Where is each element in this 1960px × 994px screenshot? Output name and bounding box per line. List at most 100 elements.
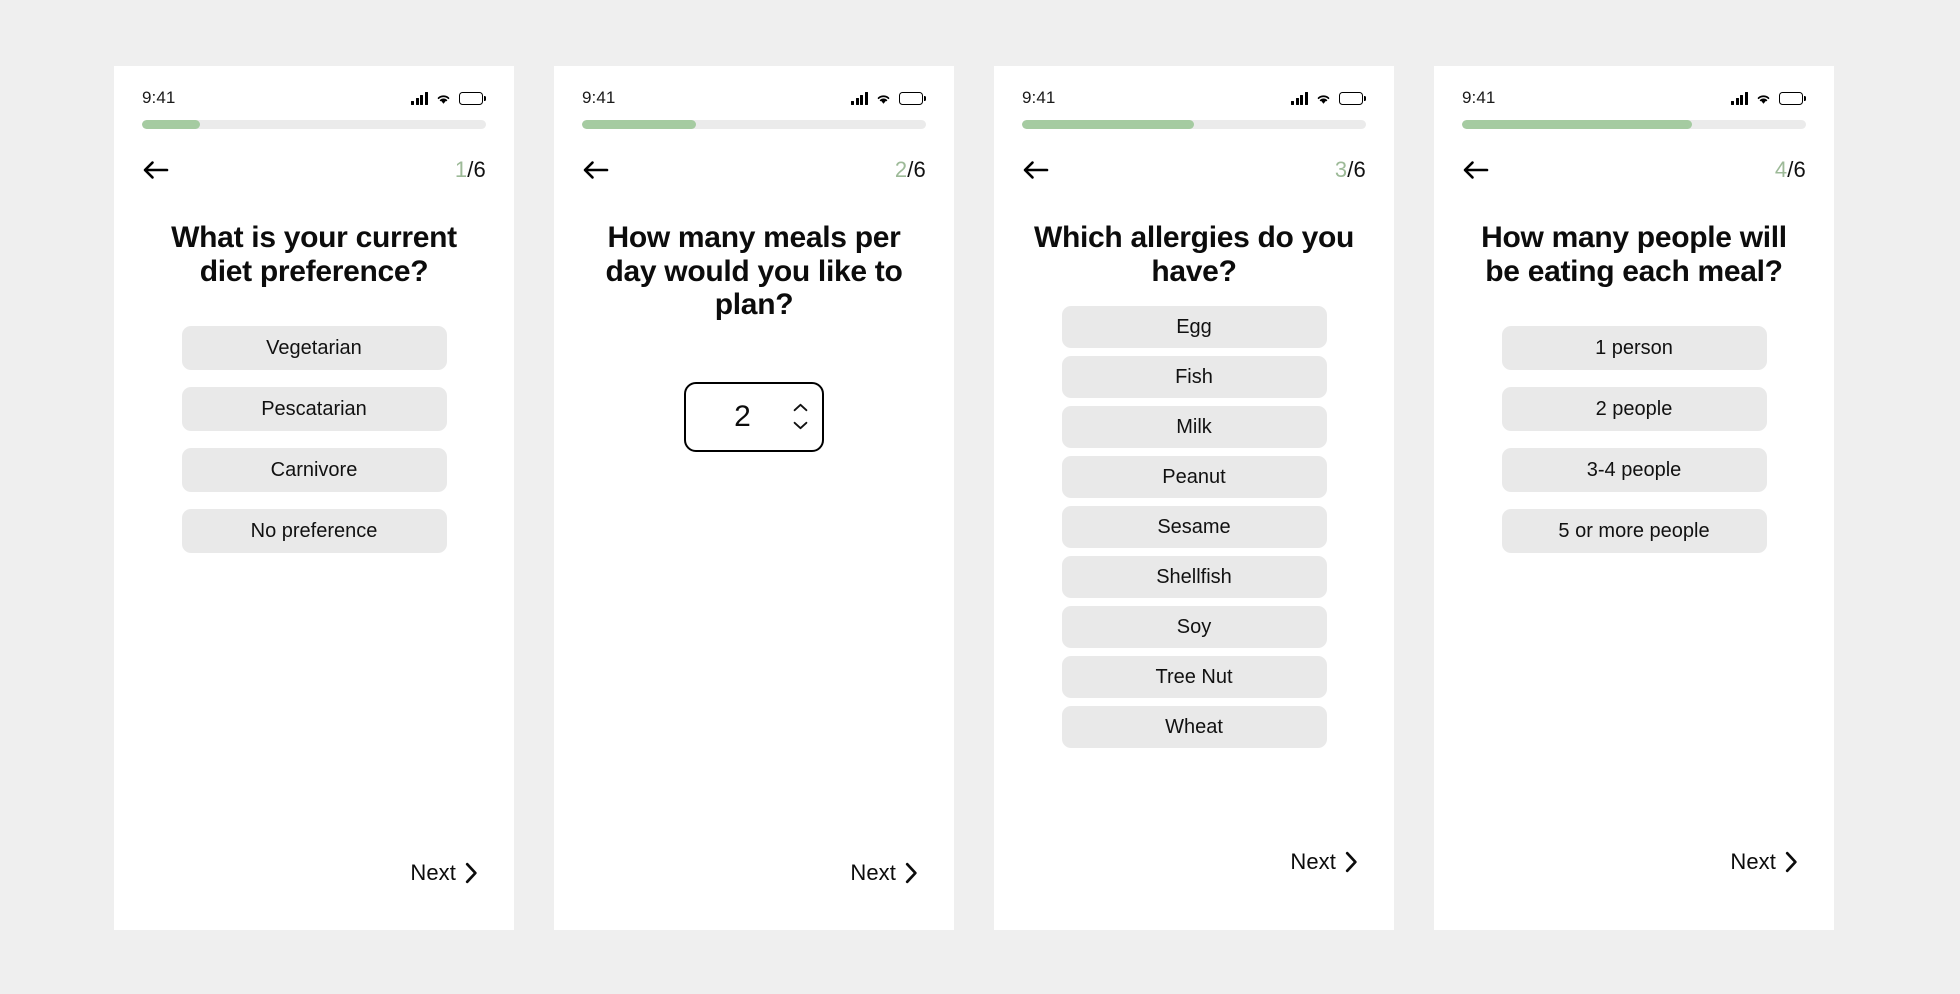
step-counter: 2/6 <box>895 157 926 183</box>
next-button[interactable]: Next <box>1730 849 1798 875</box>
option-button[interactable]: 1 person <box>1501 326 1767 371</box>
option-button[interactable]: 3-4 people <box>1501 448 1767 493</box>
step-counter-total: /6 <box>907 157 926 182</box>
progress-bar <box>582 120 926 129</box>
status-bar-time: 9:41 <box>142 88 176 107</box>
step-counter-current: 2 <box>894 157 908 182</box>
option-button[interactable]: Tree Nut <box>1061 656 1327 699</box>
step-counter: 1/6 <box>455 157 486 183</box>
status-bar-time: 9:41 <box>582 88 616 107</box>
option-button[interactable]: Fish <box>1061 356 1327 399</box>
status-bar: 9:41 <box>114 66 514 112</box>
onboarding-screens-row: 9:41 1/6 What is your current diet prefere… <box>0 0 1960 930</box>
nav-row: 4/6 <box>1462 153 1806 187</box>
wifi-icon <box>1315 92 1332 105</box>
option-button[interactable]: 5 or more people <box>1501 509 1767 554</box>
back-button[interactable] <box>582 158 609 182</box>
options-list: Egg Fish Milk Peanut Sesame Shellfish Soy Tree … <box>1061 306 1327 749</box>
status-bar: 9:41 <box>994 66 1394 112</box>
option-button[interactable]: Egg <box>1061 306 1327 349</box>
signal-icon <box>1731 91 1748 105</box>
option-button[interactable]: No preference <box>181 509 447 554</box>
progress-bar-fill <box>582 120 696 129</box>
option-button[interactable]: Carnivore <box>181 448 447 493</box>
filler-space <box>554 452 954 930</box>
status-bar-time: 9:41 <box>1022 88 1056 107</box>
progress-bar <box>142 120 486 129</box>
step-counter-current: 4 <box>1774 157 1788 182</box>
chevron-down-icon[interactable] <box>793 421 808 430</box>
signal-icon <box>851 91 868 105</box>
step-counter: 4/6 <box>1775 157 1806 183</box>
chevron-right-icon <box>1785 851 1798 873</box>
chevron-right-icon <box>1345 851 1358 873</box>
back-button[interactable] <box>1462 158 1489 182</box>
back-button[interactable] <box>1022 158 1049 182</box>
progress-bar-fill <box>142 120 201 129</box>
battery-icon <box>458 91 486 105</box>
question-title: How many people will be eating each meal… <box>1481 221 1787 288</box>
option-button[interactable]: Wheat <box>1061 706 1327 749</box>
chevron-right-icon <box>465 862 478 884</box>
number-stepper[interactable]: 2 <box>684 381 824 452</box>
option-button[interactable]: Pescatarian <box>181 387 447 432</box>
option-button[interactable]: Sesame <box>1061 506 1327 549</box>
next-button-label: Next <box>410 860 456 885</box>
status-bar-time: 9:41 <box>1462 88 1496 107</box>
status-bar-icons <box>851 91 926 105</box>
next-button[interactable]: Next <box>850 860 918 886</box>
question-title: Which allergies do you have? <box>1033 221 1355 288</box>
wifi-icon <box>435 92 452 105</box>
stepper-arrows <box>793 403 808 430</box>
progress-bar-fill <box>1022 120 1194 129</box>
nav-row: 3/6 <box>1022 153 1366 187</box>
nav-row: 2/6 <box>582 153 926 187</box>
next-button-label: Next <box>1730 849 1776 874</box>
chevron-up-icon[interactable] <box>793 403 808 412</box>
question-title: How many meals per day would you like to… <box>605 221 903 322</box>
next-button[interactable]: Next <box>1290 849 1358 875</box>
status-bar: 9:41 <box>554 66 954 112</box>
onboarding-card-2: 9:41 2/6 How many meals per day would you … <box>554 66 954 930</box>
step-counter: 3/6 <box>1335 157 1366 183</box>
wifi-icon <box>875 92 892 105</box>
next-button-label: Next <box>850 860 896 885</box>
next-button-label: Next <box>1290 849 1336 874</box>
next-button[interactable]: Next <box>410 860 478 886</box>
nav-row: 1/6 <box>142 153 486 187</box>
option-button[interactable]: 2 people <box>1501 387 1767 432</box>
wifi-icon <box>1755 92 1772 105</box>
options-list: Vegetarian Pescatarian Carnivore No prefere… <box>181 326 447 554</box>
options-list: 1 person 2 people 3-4 people 5 or more peop… <box>1501 326 1767 554</box>
onboarding-card-4: 9:41 4/6 How many people will be eating ea… <box>1434 66 1834 930</box>
status-bar: 9:41 <box>1434 66 1834 112</box>
filler-space <box>994 748 1394 930</box>
status-bar-icons <box>411 91 486 105</box>
status-bar-icons <box>1731 91 1806 105</box>
question-title: What is your current diet preference? <box>171 221 457 288</box>
battery-icon <box>1338 91 1366 105</box>
number-stepper-area: 2 <box>554 381 954 452</box>
option-button[interactable]: Vegetarian <box>181 326 447 371</box>
chevron-right-icon <box>905 862 918 884</box>
battery-icon <box>1778 91 1806 105</box>
progress-bar-fill <box>1462 120 1693 129</box>
onboarding-card-3: 9:41 3/6 Which allergies do you have? Egg Fi… <box>994 66 1394 930</box>
option-button[interactable]: Milk <box>1061 406 1327 449</box>
step-counter-total: /6 <box>1347 157 1366 182</box>
step-counter-total: /6 <box>1787 157 1806 182</box>
progress-bar <box>1462 120 1806 129</box>
signal-icon <box>1291 91 1308 105</box>
battery-icon <box>898 91 926 105</box>
option-button[interactable]: Shellfish <box>1061 556 1327 599</box>
onboarding-card-1: 9:41 1/6 What is your current diet prefere… <box>114 66 514 930</box>
back-button[interactable] <box>142 158 169 182</box>
step-counter-total: /6 <box>467 157 486 182</box>
progress-bar <box>1022 120 1366 129</box>
step-counter-current: 1 <box>454 157 468 182</box>
option-button[interactable]: Peanut <box>1061 456 1327 499</box>
option-button[interactable]: Soy <box>1061 606 1327 649</box>
stepper-value[interactable]: 2 <box>686 400 785 434</box>
signal-icon <box>411 91 428 105</box>
step-counter-current: 3 <box>1334 157 1348 182</box>
